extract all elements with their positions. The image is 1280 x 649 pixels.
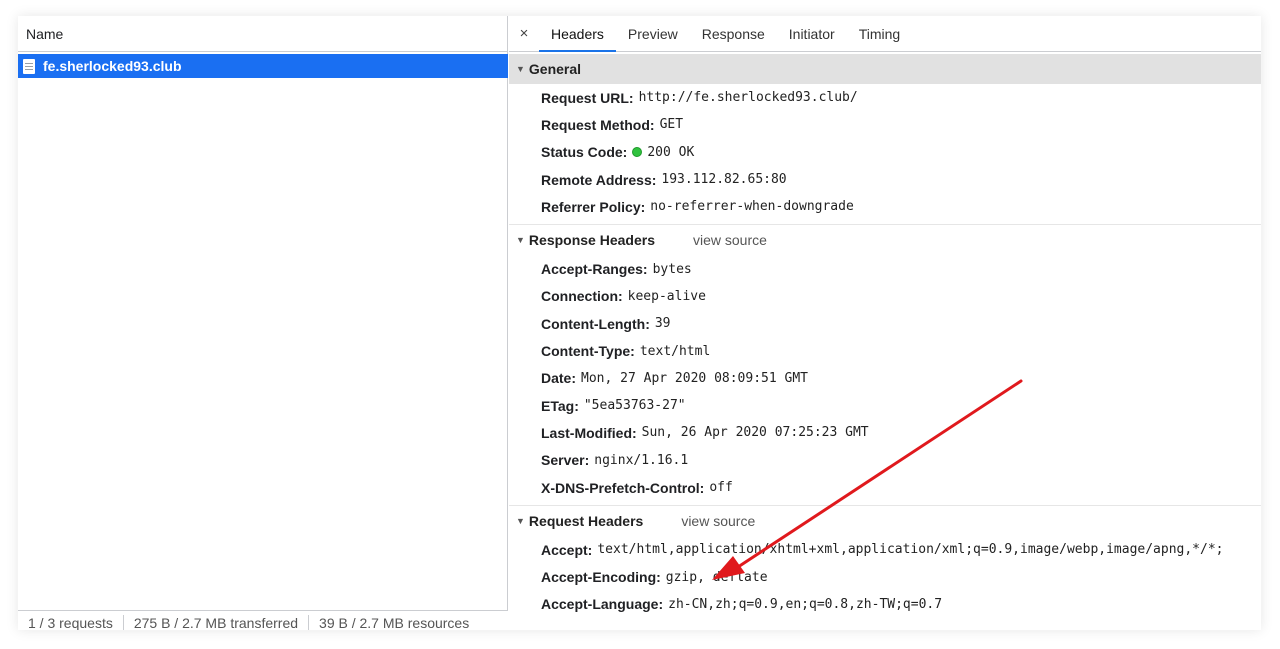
header-row-request-method: Request Method: GET	[509, 111, 1261, 138]
tab-initiator[interactable]: Initiator	[777, 16, 847, 51]
header-key: X-DNS-Prefetch-Control:	[541, 479, 705, 496]
header-row: Accept-Language: zh-CN,zh;q=0.9,en;q=0.8,…	[509, 591, 1261, 618]
header-value: bytes	[652, 261, 692, 277]
details-tabbar: × Headers Preview Response Initiator Tim…	[509, 16, 1261, 52]
header-value: gzip, deflate	[665, 569, 768, 585]
header-row: Server: nginx/1.16.1	[509, 447, 1261, 474]
header-row: Accept-Ranges: bytes	[509, 255, 1261, 282]
header-key: Accept-Language:	[541, 596, 664, 613]
header-row-remote-address: Remote Address: 193.112.82.65:80	[509, 166, 1261, 193]
header-value: no-referrer-when-downgrade	[650, 199, 854, 215]
header-row: Content-Length: 39	[509, 310, 1261, 337]
close-icon[interactable]: ×	[509, 16, 539, 51]
resources-size: 39 B / 2.7 MB resources	[319, 614, 470, 631]
requests-count: 1 / 3 requests	[18, 614, 124, 630]
view-source-link[interactable]: view source	[681, 513, 755, 529]
header-row: Content-Type: text/html	[509, 337, 1261, 364]
header-value: Mon, 27 Apr 2020 08:09:51 GMT	[581, 370, 808, 386]
header-key: Status Code:	[541, 144, 628, 161]
header-key: Date:	[541, 370, 577, 387]
header-row: Connection: keep-alive	[509, 283, 1261, 310]
header-key: Accept-Encoding:	[541, 569, 661, 586]
header-value: http://fe.sherlocked93.club/	[638, 90, 858, 106]
header-row-accept-encoding: Accept-Encoding: gzip, deflate	[509, 563, 1261, 590]
header-row: Date: Mon, 27 Apr 2020 08:09:51 GMT	[509, 365, 1261, 392]
response-headers-section-header[interactable]: ▼ Response Headers view source	[509, 225, 1261, 255]
transferred-size: 275 B / 2.7 MB transferred	[124, 614, 310, 630]
header-key: Server:	[541, 452, 590, 469]
triangle-down-icon: ▼	[516, 64, 525, 74]
header-value: 200 OK	[647, 144, 695, 160]
devtools-network-panel: Name fe.sherlocked93.club 1 / 3 requests…	[18, 16, 1261, 630]
header-key: Content-Length:	[541, 315, 650, 332]
header-value: text/html,application/xhtml+xml,applicat…	[597, 542, 1224, 558]
network-summary-bar: 1 / 3 requests 275 B / 2.7 MB transferre…	[18, 610, 508, 630]
header-value: nginx/1.16.1	[594, 452, 689, 468]
document-icon	[23, 58, 35, 74]
header-value: 39	[654, 316, 671, 332]
header-row-status-code: Status Code: 200 OK	[509, 139, 1261, 166]
view-source-link[interactable]: view source	[693, 232, 767, 248]
header-value: Sun, 26 Apr 2020 07:25:23 GMT	[641, 425, 869, 441]
header-key: ETag:	[541, 397, 579, 414]
header-value: GET	[659, 117, 684, 133]
triangle-down-icon: ▼	[516, 516, 525, 527]
general-title: General	[528, 61, 582, 77]
header-row-request-url: Request URL: http://fe.sherlocked93.club…	[509, 84, 1261, 111]
header-row: ETag: "5ea53763-27"	[509, 392, 1261, 419]
header-key: Content-Type:	[541, 343, 635, 360]
request-name: fe.sherlocked93.club	[43, 58, 182, 74]
name-column-header[interactable]: Name	[18, 16, 507, 52]
response-headers-section: ▼ Response Headers view source Accept-Ra…	[509, 225, 1261, 507]
header-value: text/html	[639, 343, 711, 359]
header-key: Last-Modified:	[541, 424, 637, 441]
header-key: Remote Address:	[541, 171, 657, 188]
request-details-pane: × Headers Preview Response Initiator Tim…	[509, 16, 1261, 630]
header-value: keep-alive	[627, 288, 706, 304]
tab-timing[interactable]: Timing	[847, 16, 913, 51]
response-headers-title: Response Headers	[528, 232, 655, 249]
general-section-header[interactable]: ▼ General	[509, 54, 1261, 84]
request-headers-title: Request Headers	[528, 513, 644, 530]
header-key: Request Method:	[541, 116, 655, 133]
header-value: zh-CN,zh;q=0.9,en;q=0.8,zh-TW;q=0.7	[668, 596, 943, 612]
header-value: "5ea53763-27"	[583, 398, 686, 414]
header-row-referrer-policy: Referrer Policy: no-referrer-when-downgr…	[509, 193, 1261, 220]
header-key: Accept-Ranges:	[541, 261, 648, 278]
tab-response[interactable]: Response	[690, 16, 777, 51]
header-key: Request URL:	[541, 89, 634, 106]
tab-headers[interactable]: Headers	[539, 16, 616, 52]
header-value: off	[709, 480, 733, 495]
header-row: X-DNS-Prefetch-Control: off	[509, 474, 1261, 501]
request-headers-section-header[interactable]: ▼ Request Headers view source	[509, 506, 1261, 536]
request-list-pane: Name fe.sherlocked93.club 1 / 3 requests…	[18, 16, 508, 630]
triangle-down-icon: ▼	[516, 235, 525, 246]
general-section: ▼ General Request URL: http://fe.sherloc…	[509, 54, 1261, 226]
header-key: Referrer Policy:	[541, 198, 646, 215]
header-key: Connection:	[541, 288, 623, 305]
request-headers-section: ▼ Request Headers view source Accept: tex…	[509, 506, 1261, 622]
tab-preview[interactable]: Preview	[616, 16, 690, 51]
header-value: 193.112.82.65:80	[661, 172, 787, 188]
header-row: Last-Modified: Sun, 26 Apr 2020 07:25:23 …	[509, 419, 1261, 446]
header-key: Accept:	[541, 541, 593, 558]
status-ok-dot-icon	[632, 147, 643, 158]
header-row: Accept: text/html,application/xhtml+xml,a…	[509, 536, 1261, 563]
request-row-selected[interactable]: fe.sherlocked93.club	[18, 54, 508, 78]
